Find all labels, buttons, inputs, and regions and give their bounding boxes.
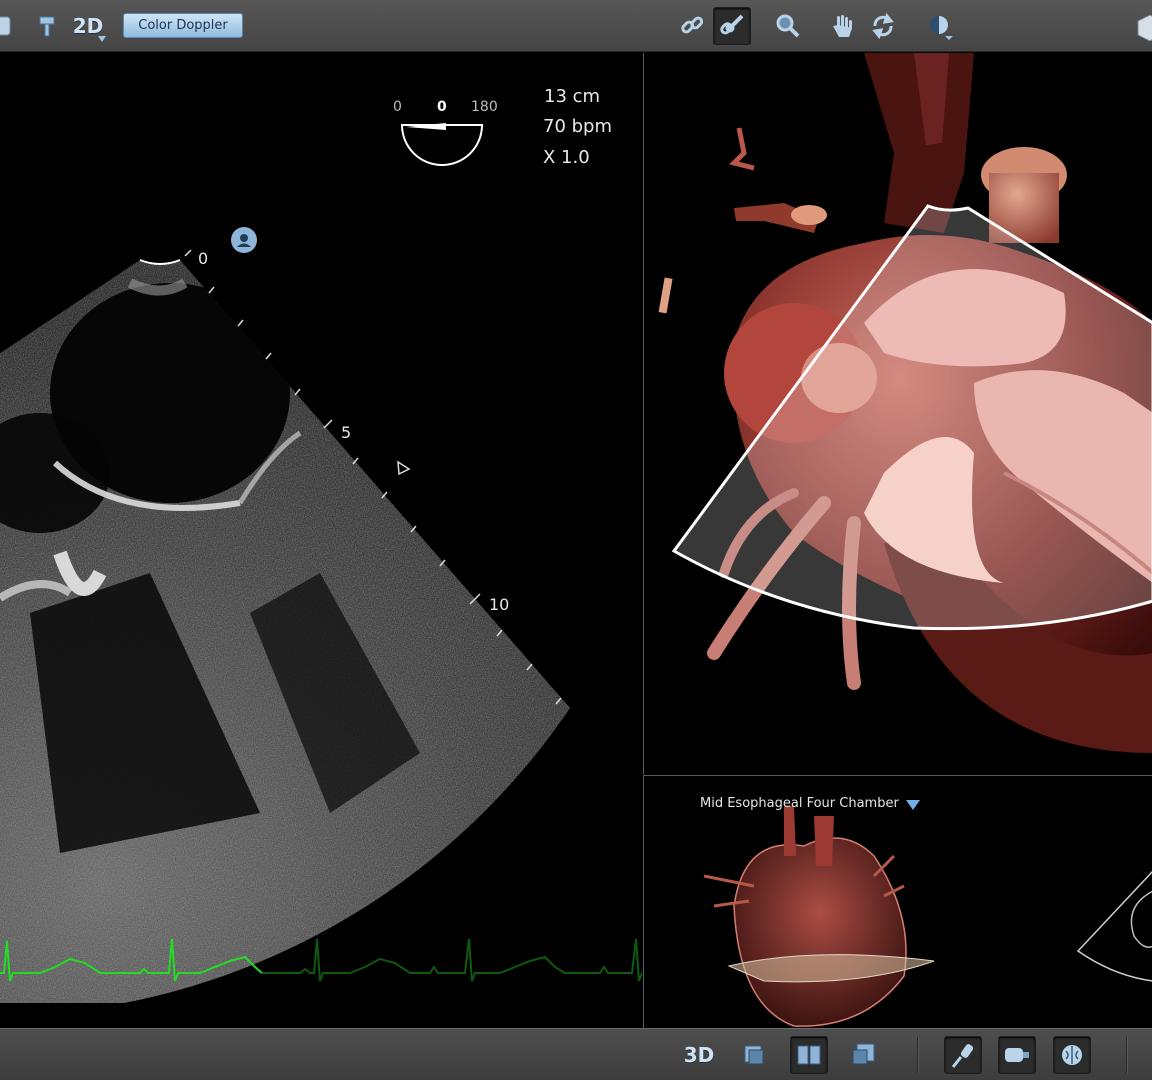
heart-rate-readout: 70 bpm — [543, 116, 613, 137]
depth-mark-0: 0 — [198, 249, 209, 268]
zoom-readout: X 1.0 — [543, 147, 590, 168]
focus-marker[interactable] — [397, 460, 411, 476]
cube-icon[interactable] — [1130, 7, 1152, 45]
echo-panel: 0 0 180 13 cm 70 bpm X 1.0 0 5 10 — [0, 53, 642, 1028]
mode-3d-button[interactable]: 3D — [680, 1036, 718, 1074]
top-toolbar: 2D Color Doppler — [0, 0, 1152, 52]
angle-max-label: 180 — [471, 99, 498, 115]
toolbar-divider — [1126, 1037, 1128, 1073]
depth-mark-10: 10 — [489, 595, 510, 614]
probe-device-icon[interactable] — [998, 1036, 1036, 1074]
ecg-trace — [0, 938, 642, 982]
mini-heart-view: Mid Esophageal Four Chamber — [643, 775, 1152, 1029]
zoom-icon[interactable] — [769, 7, 807, 45]
brain-icon[interactable] — [1053, 1036, 1091, 1074]
single-view-icon[interactable] — [735, 1036, 773, 1074]
view-dropdown-icon[interactable] — [906, 800, 920, 810]
mini-sector-outline — [1076, 870, 1152, 982]
depth-mark-5: 5 — [341, 423, 352, 442]
angle-value-label: 0 — [437, 99, 447, 115]
view-name-label: Mid Esophageal Four Chamber — [700, 796, 899, 811]
mode-2d-label: 2D — [72, 14, 104, 38]
heart-3d-view[interactable] — [643, 53, 1152, 774]
rotate-icon[interactable] — [864, 7, 902, 45]
anchor-icon[interactable] — [28, 7, 66, 45]
chevron-down-icon — [98, 36, 106, 42]
link-icon[interactable] — [673, 7, 711, 45]
angle-min-label: 0 — [393, 99, 402, 115]
probe-tool-icon[interactable] — [944, 1036, 982, 1074]
user-icon[interactable] — [231, 227, 257, 253]
color-doppler-button[interactable]: Color Doppler — [123, 13, 243, 38]
angle-dial — [400, 123, 484, 166]
mode-3d-label: 3D — [683, 1043, 715, 1067]
probe-icon[interactable] — [0, 7, 16, 45]
contrast-icon[interactable] — [921, 7, 959, 45]
mini-heart-model — [703, 806, 1152, 1027]
overlay-view-icon[interactable] — [845, 1036, 883, 1074]
bottom-toolbar: 3D — [0, 1028, 1152, 1080]
split-view-icon[interactable] — [790, 1036, 828, 1074]
toolbar-divider — [917, 1037, 919, 1073]
mode-2d-button[interactable]: 2D — [66, 7, 110, 45]
ultrasound-image — [0, 123, 570, 1003]
hand-icon[interactable] — [824, 7, 862, 45]
probe-link-icon[interactable] — [713, 7, 751, 45]
depth-readout: 13 cm — [544, 86, 601, 107]
heart-model — [658, 53, 1152, 753]
